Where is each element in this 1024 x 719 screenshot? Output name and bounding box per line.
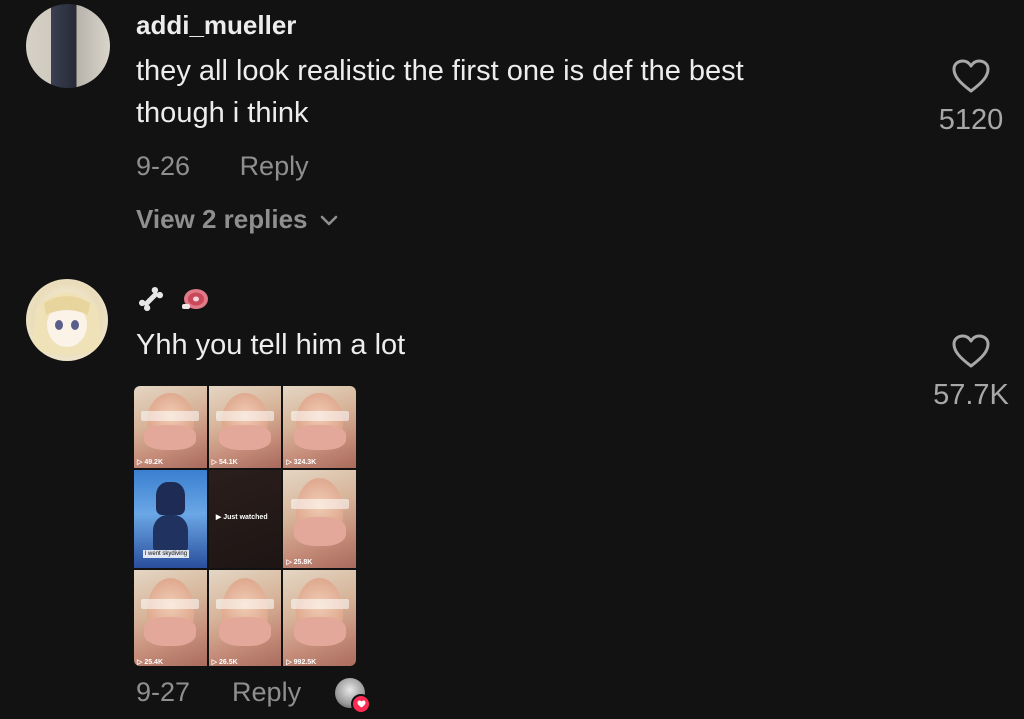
tile-caption: I went skydiving	[142, 550, 190, 559]
heart-badge-icon	[351, 693, 372, 714]
avatar[interactable]	[26, 279, 108, 361]
grid-tile: ▷ 25.4K	[134, 570, 207, 666]
tile-views: ▷ 992.5K	[286, 659, 317, 666]
comment-date: 9-27	[136, 677, 191, 707]
username-emoji-row[interactable]	[136, 284, 210, 314]
like-button[interactable]: 57.7K	[926, 333, 1016, 412]
grid-tile: ▷ 26.5K	[208, 570, 282, 666]
grid-tile: ▶ Just watched	[208, 470, 282, 568]
tile-views: ▷ 26.5K	[211, 659, 238, 666]
comment-image-grid[interactable]: ▷ 49.2K ▷ 54.1K ▷ 324.3K I went skydivin…	[134, 386, 356, 666]
comment-item: Yhh you tell him a lot ▷ 49.2K ▷ 54.1K ▷…	[0, 0, 1024, 719]
tile-views: ▷ 49.2K	[137, 459, 164, 466]
tile-overlay: ▶ Just watched	[215, 514, 268, 522]
like-count: 57.7K	[933, 379, 1009, 411]
grid-tile: I went skydiving	[134, 470, 207, 568]
liked-by-creator-avatar	[335, 677, 372, 714]
grid-tile: ▷ 324.3K	[283, 386, 356, 468]
comment-text: Yhh you tell him a lot	[136, 329, 406, 361]
comment-meta: 9-27 Reply	[136, 677, 372, 714]
reply-button[interactable]: Reply	[232, 677, 301, 708]
grid-tile: ▷ 54.1K	[208, 386, 282, 468]
tile-views: ▷ 324.3K	[286, 459, 317, 466]
heart-icon	[952, 334, 990, 368]
meat-icon	[182, 289, 208, 309]
anime-avatar-icon	[32, 292, 102, 355]
grid-tile: ▷ 49.2K	[134, 386, 207, 468]
tile-views: ▷ 54.1K	[211, 459, 238, 466]
grid-tile: ▷ 25.8K	[283, 470, 356, 568]
tile-views: ▷ 25.4K	[137, 659, 164, 666]
grid-tile: ▷ 992.5K	[283, 570, 356, 666]
bone-icon	[138, 286, 164, 312]
tile-views: ▷ 25.8K	[286, 559, 313, 566]
